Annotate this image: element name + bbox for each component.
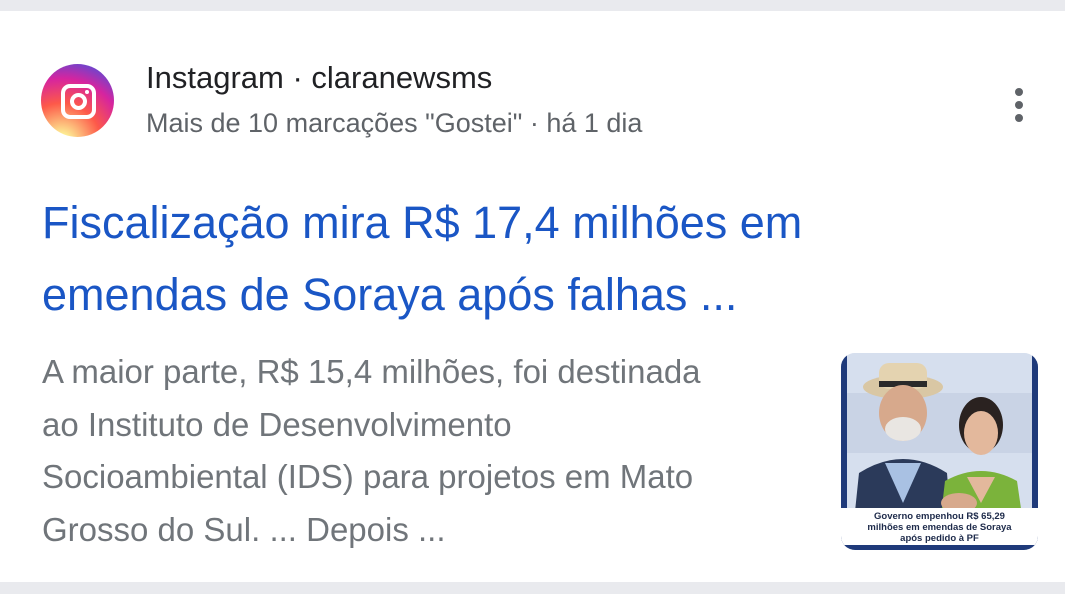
result-meta: Mais de 10 marcações "Gostei" · há 1 dia [146, 108, 643, 138]
snippet-line: A maior parte, R$ 15,4 milhões, foi dest… [42, 353, 701, 390]
snippet-line: Grosso do Sul. ... Depois ... [42, 510, 446, 548]
instagram-icon[interactable] [41, 64, 114, 137]
result-title-link[interactable]: Fiscalização mira R$ 17,4 milhões em eme… [42, 187, 1002, 331]
result-source[interactable]: Instagram · claranewsms [146, 60, 492, 96]
thumbnail-caption-line: após pedido à PF [900, 533, 979, 544]
instagram-glyph [61, 84, 96, 119]
thumbnail-caption-line: Governo empenhou R$ 65,29 [874, 511, 1005, 522]
result-title-line: emendas de Soraya após falhas ... [42, 269, 738, 320]
snippet-line: Socioambiental (IDS) para projetos em Ma… [42, 458, 694, 495]
snippet-line: ao Instituto de Desenvolvimento [42, 405, 512, 443]
thumbnail-caption: Governo empenhou R$ 65,29 milhões em eme… [841, 508, 1038, 550]
result-thumbnail[interactable]: Governo empenhou R$ 65,29 milhões em eme… [841, 353, 1038, 550]
thumbnail-caption-line: milhões em emendas de Soraya [867, 522, 1012, 533]
result-snippet: A maior parte, R$ 15,4 milhões, foi dest… [42, 346, 802, 556]
result-title-line: Fiscalização mira R$ 17,4 milhões em [42, 197, 803, 248]
thumbnail-frame [841, 545, 1038, 550]
more-vert-icon[interactable] [1000, 84, 1040, 126]
